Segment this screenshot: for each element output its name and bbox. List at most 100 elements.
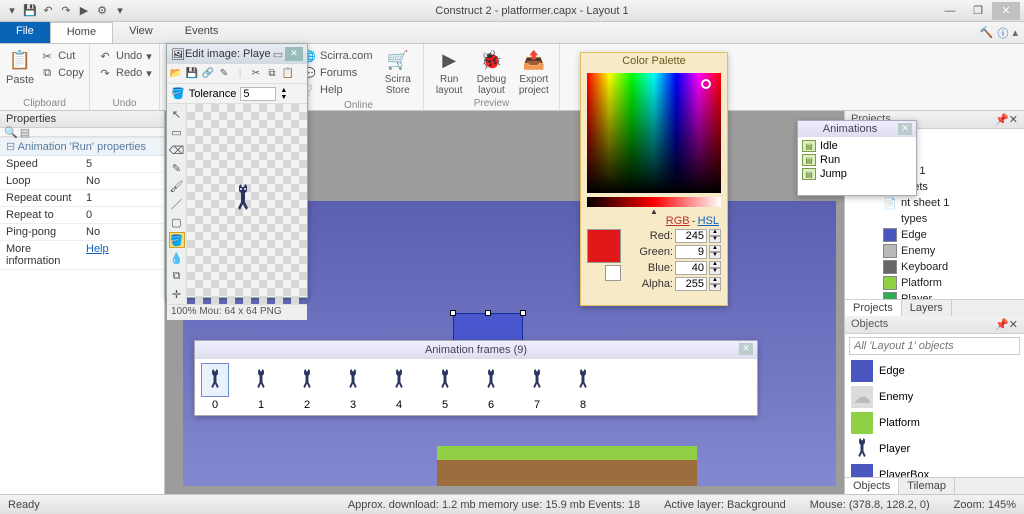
copy-button[interactable]: ⧉Copy (38, 65, 86, 81)
eyedropper-icon[interactable]: 💧 (169, 250, 185, 266)
tree-item[interactable]: types (845, 211, 1024, 227)
tab-home[interactable]: Home (50, 22, 113, 43)
rect-icon[interactable]: ▢ (169, 214, 185, 230)
collapse-ribbon-icon[interactable]: ▴ (1012, 26, 1018, 39)
pin-icon[interactable]: ▭ (271, 48, 285, 61)
redo-button[interactable]: ↷Redo▾ (96, 65, 154, 81)
frame-item[interactable]: 5 (431, 363, 459, 411)
redo-icon[interactable]: ↷ (58, 3, 74, 19)
primary-color-swatch[interactable] (587, 229, 621, 263)
debug-layout-button[interactable]: 🐞Debug layout (472, 46, 510, 96)
line-icon[interactable]: ／ (169, 196, 185, 212)
property-row[interactable]: Speed5 (0, 156, 164, 173)
close-icon[interactable]: ✕ (1009, 318, 1018, 331)
object-item[interactable]: Platform (845, 410, 1024, 436)
properties-section[interactable]: Animation 'Run' properties (0, 137, 164, 156)
tab-tilemap[interactable]: Tilemap (899, 478, 955, 494)
secondary-color-swatch[interactable] (605, 265, 621, 281)
paste-button[interactable]: 📋 Paste (6, 46, 34, 86)
close-icon[interactable]: ✕ (739, 343, 753, 355)
pin-icon[interactable]: 📌 (995, 113, 1009, 126)
pencil-icon[interactable]: ✎ (169, 160, 185, 176)
red-input[interactable] (675, 229, 707, 243)
close-button[interactable]: ✕ (992, 2, 1020, 20)
tab-objects[interactable]: Objects (845, 478, 899, 494)
undo-icon[interactable]: ↶ (40, 3, 56, 19)
close-icon[interactable]: ✕ (898, 123, 912, 135)
brush-icon[interactable]: ✎ (217, 67, 231, 81)
gear-icon[interactable]: ⚙ (94, 3, 110, 19)
search-icon[interactable]: 🔍 (4, 126, 18, 139)
frame-item[interactable]: 8 (569, 363, 597, 411)
cut-icon[interactable]: ✂ (249, 67, 263, 81)
spinner-icon[interactable]: ▲▼ (280, 87, 287, 101)
cut-button[interactable]: ✂Cut (38, 48, 86, 64)
tab-projects[interactable]: Projects (845, 300, 902, 316)
tree-item[interactable]: Keyboard (845, 259, 1024, 275)
funnel-icon[interactable]: ▤ (20, 126, 30, 139)
help-icon[interactable]: ⓘ (997, 25, 1008, 41)
animation-item[interactable]: ▤Run (802, 153, 912, 167)
alpha-input[interactable] (675, 277, 707, 291)
object-item[interactable]: PlayerBox (845, 462, 1024, 477)
property-row[interactable]: LoopNo (0, 173, 164, 190)
animation-item[interactable]: ▤Idle (802, 139, 912, 153)
frame-item[interactable]: 0 (201, 363, 229, 411)
edit-image-window[interactable]: 🖼Edit image: Player...▭✕ 📂💾 🔗✎ | ✂⧉📋 🪣 T… (166, 43, 308, 298)
close-icon[interactable]: ✕ (1009, 113, 1018, 126)
color-field[interactable] (587, 73, 721, 193)
frame-item[interactable]: 1 (247, 363, 275, 411)
color-palette-window[interactable]: Color Palette ▲ RGB - HSL Red:▲▼ Green:▲… (580, 52, 728, 306)
property-row[interactable]: Ping-pongNo (0, 224, 164, 241)
property-row[interactable]: More informationHelp (0, 241, 164, 270)
frame-item[interactable]: 6 (477, 363, 505, 411)
rgb-mode-link[interactable]: RGB (666, 215, 690, 227)
tree-item[interactable]: Edge (845, 227, 1024, 243)
tree-item[interactable]: 📄nt sheet 1 (845, 195, 1024, 211)
tree-item[interactable]: Player (845, 291, 1024, 299)
animation-item[interactable]: ▤Jump (802, 167, 912, 181)
dropdown-icon[interactable]: ▾ (112, 3, 128, 19)
tree-item[interactable]: Enemy (845, 243, 1024, 259)
red-spinner[interactable]: ▲▼ (709, 229, 721, 243)
hsl-mode-link[interactable]: HSL (698, 215, 719, 227)
tab-file[interactable]: File (0, 22, 50, 43)
object-item[interactable]: Edge (845, 358, 1024, 384)
frame-item[interactable]: 2 (293, 363, 321, 411)
tree-item[interactable]: Platform (845, 275, 1024, 291)
minimize-button[interactable]: — (936, 2, 964, 20)
green-spinner[interactable]: ▲▼ (709, 245, 721, 259)
value-strip[interactable] (587, 197, 721, 207)
green-input[interactable] (675, 245, 707, 259)
pointer-icon[interactable]: ↖ (169, 106, 185, 122)
tolerance-input[interactable] (240, 87, 276, 101)
object-item[interactable]: ☁Enemy (845, 384, 1024, 410)
run-icon[interactable]: ▶ (76, 3, 92, 19)
objects-search-input[interactable] (849, 337, 1020, 355)
crop-icon[interactable]: ⧉ (169, 268, 185, 284)
brush-icon[interactable]: 🖌 (169, 178, 185, 194)
copy-icon[interactable]: ⧉ (265, 67, 279, 81)
undo-button[interactable]: ↶Undo▾ (96, 48, 154, 64)
paint-bucket-icon[interactable]: 🪣 (171, 87, 185, 100)
save-icon[interactable]: 💾 (185, 67, 199, 81)
paste-icon[interactable]: 📋 (281, 67, 295, 81)
sprite-canvas[interactable] (187, 104, 307, 304)
blue-input[interactable] (675, 261, 707, 275)
platform-object[interactable] (437, 446, 697, 486)
fill-icon[interactable]: 🪣 (169, 232, 185, 248)
alpha-spinner[interactable]: ▲▼ (709, 277, 721, 291)
property-row[interactable]: Repeat to0 (0, 207, 164, 224)
origin-icon[interactable]: ✛ (169, 286, 185, 302)
hammer-icon[interactable]: 🔨 (980, 26, 994, 39)
frame-item[interactable]: 3 (339, 363, 367, 411)
export-project-button[interactable]: 📤Export project (515, 46, 553, 96)
object-item[interactable]: Player (845, 436, 1024, 462)
eraser-icon[interactable]: ⌫ (169, 142, 185, 158)
frame-item[interactable]: 7 (523, 363, 551, 411)
animation-frames-window[interactable]: Animation frames (9)✕ 012345678 (194, 340, 758, 416)
menu-icon[interactable]: ▾ (4, 3, 20, 19)
pin-icon[interactable]: 📌 (995, 318, 1009, 331)
tab-events[interactable]: Events (169, 22, 235, 43)
tab-view[interactable]: View (113, 22, 169, 43)
